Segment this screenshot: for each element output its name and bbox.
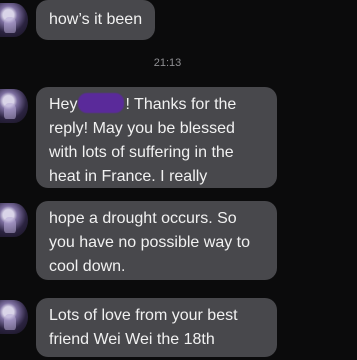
message-text-start: Hey xyxy=(49,96,78,113)
message-bubble[interactable]: how’s it been xyxy=(36,0,156,40)
message-bubble[interactable]: hope a drought occurs. So you have no po… xyxy=(36,201,277,280)
sender-avatar[interactable] xyxy=(0,300,28,334)
message-timestamp: 21:13 xyxy=(153,57,182,69)
message-bubble[interactable]: Hey! Thanks for the reply! May you be bl… xyxy=(36,87,277,188)
message-text: Lots of love from your best friend Wei W… xyxy=(49,307,238,348)
sender-avatar[interactable] xyxy=(0,203,28,237)
message-bubble[interactable]: Lots of love from your best friend Wei W… xyxy=(36,298,277,357)
message-text: how’s it been xyxy=(49,11,143,28)
sender-avatar[interactable] xyxy=(0,89,28,123)
message-text: hope a drought occurs. So you have no po… xyxy=(49,210,251,275)
sender-avatar[interactable] xyxy=(0,3,28,37)
redacted-name xyxy=(78,93,125,113)
